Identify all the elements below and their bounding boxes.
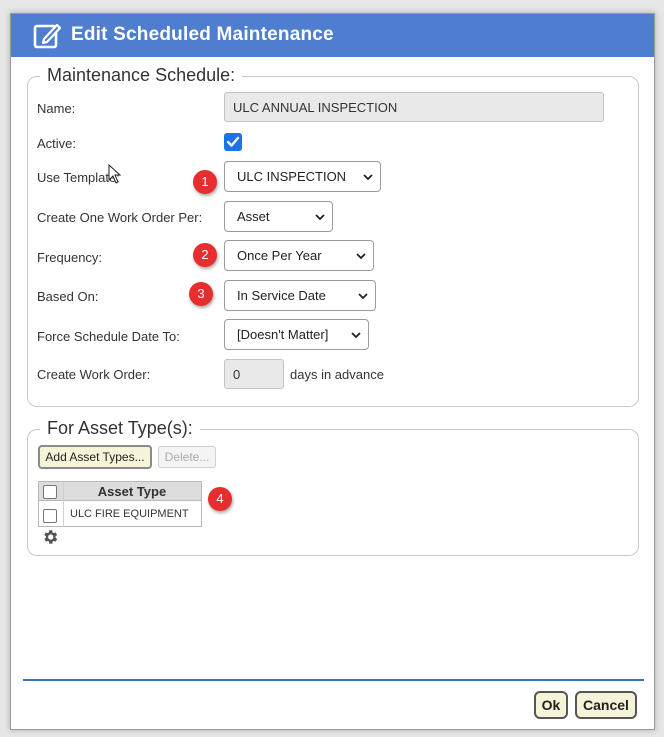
footer-divider (23, 679, 644, 681)
based-on-select[interactable]: In Service Date (224, 280, 376, 311)
edit-scheduled-maintenance-dialog: Edit Scheduled Maintenance Maintenance S… (10, 13, 655, 730)
column-divider (63, 482, 64, 527)
frequency-value: Once Per Year (237, 248, 322, 263)
asset-type-column-header[interactable]: Asset Type (67, 484, 197, 499)
frequency-label: Frequency: (37, 250, 103, 265)
name-field[interactable]: ULC ANNUAL INSPECTION (224, 92, 604, 122)
chevron-down-icon (351, 332, 361, 339)
dialog-titlebar: Edit Scheduled Maintenance (11, 14, 654, 57)
cancel-button[interactable]: Cancel (575, 691, 637, 719)
gear-icon[interactable] (41, 528, 59, 546)
active-label: Active: (37, 136, 77, 151)
work-order-per-value: Asset (237, 209, 270, 224)
days-in-advance-text: days in advance (290, 367, 384, 382)
edit-icon (33, 23, 62, 49)
mouse-cursor-icon (108, 164, 122, 184)
chevron-down-icon (356, 253, 366, 260)
work-order-per-select[interactable]: Asset (224, 201, 333, 232)
maintenance-schedule-legend: Maintenance Schedule: (40, 65, 243, 86)
checkmark-icon (226, 136, 240, 147)
force-date-label: Force Schedule Date To: (37, 329, 180, 344)
frequency-select[interactable]: Once Per Year (224, 240, 374, 271)
chevron-down-icon (315, 214, 325, 221)
dialog-title: Edit Scheduled Maintenance (71, 24, 334, 45)
annotation-badge-3: 3 (189, 282, 213, 306)
use-template-value: ULC INSPECTION (237, 169, 347, 184)
annotation-badge-4: 4 (208, 487, 232, 511)
row-checkbox[interactable] (43, 509, 57, 523)
asset-type-table: Asset Type ULC FIRE EQUIPMENT (38, 481, 202, 527)
chevron-down-icon (358, 293, 368, 300)
ok-button[interactable]: Ok (534, 691, 568, 719)
use-template-select[interactable]: ULC INSPECTION (224, 161, 381, 192)
annotation-badge-1: 1 (193, 170, 217, 194)
days-in-advance-field[interactable]: 0 (224, 359, 284, 389)
annotation-badge-2: 2 (193, 243, 217, 267)
add-asset-types-button[interactable]: Add Asset Types... (38, 445, 152, 469)
work-order-per-label: Create One Work Order Per: (37, 210, 203, 225)
name-label: Name: (37, 101, 76, 116)
select-all-checkbox[interactable] (43, 485, 57, 499)
delete-asset-types-button[interactable]: Delete... (158, 446, 216, 468)
based-on-label: Based On: (37, 289, 99, 304)
create-work-order-label: Create Work Order: (37, 367, 151, 382)
based-on-value: In Service Date (237, 288, 326, 303)
force-date-value: [Doesn't Matter] (237, 327, 329, 342)
chevron-down-icon (363, 174, 373, 181)
force-date-select[interactable]: [Doesn't Matter] (224, 319, 369, 350)
active-checkbox[interactable] (224, 133, 242, 151)
asset-types-legend: For Asset Type(s): (40, 418, 200, 439)
table-row[interactable]: ULC FIRE EQUIPMENT (70, 508, 189, 520)
